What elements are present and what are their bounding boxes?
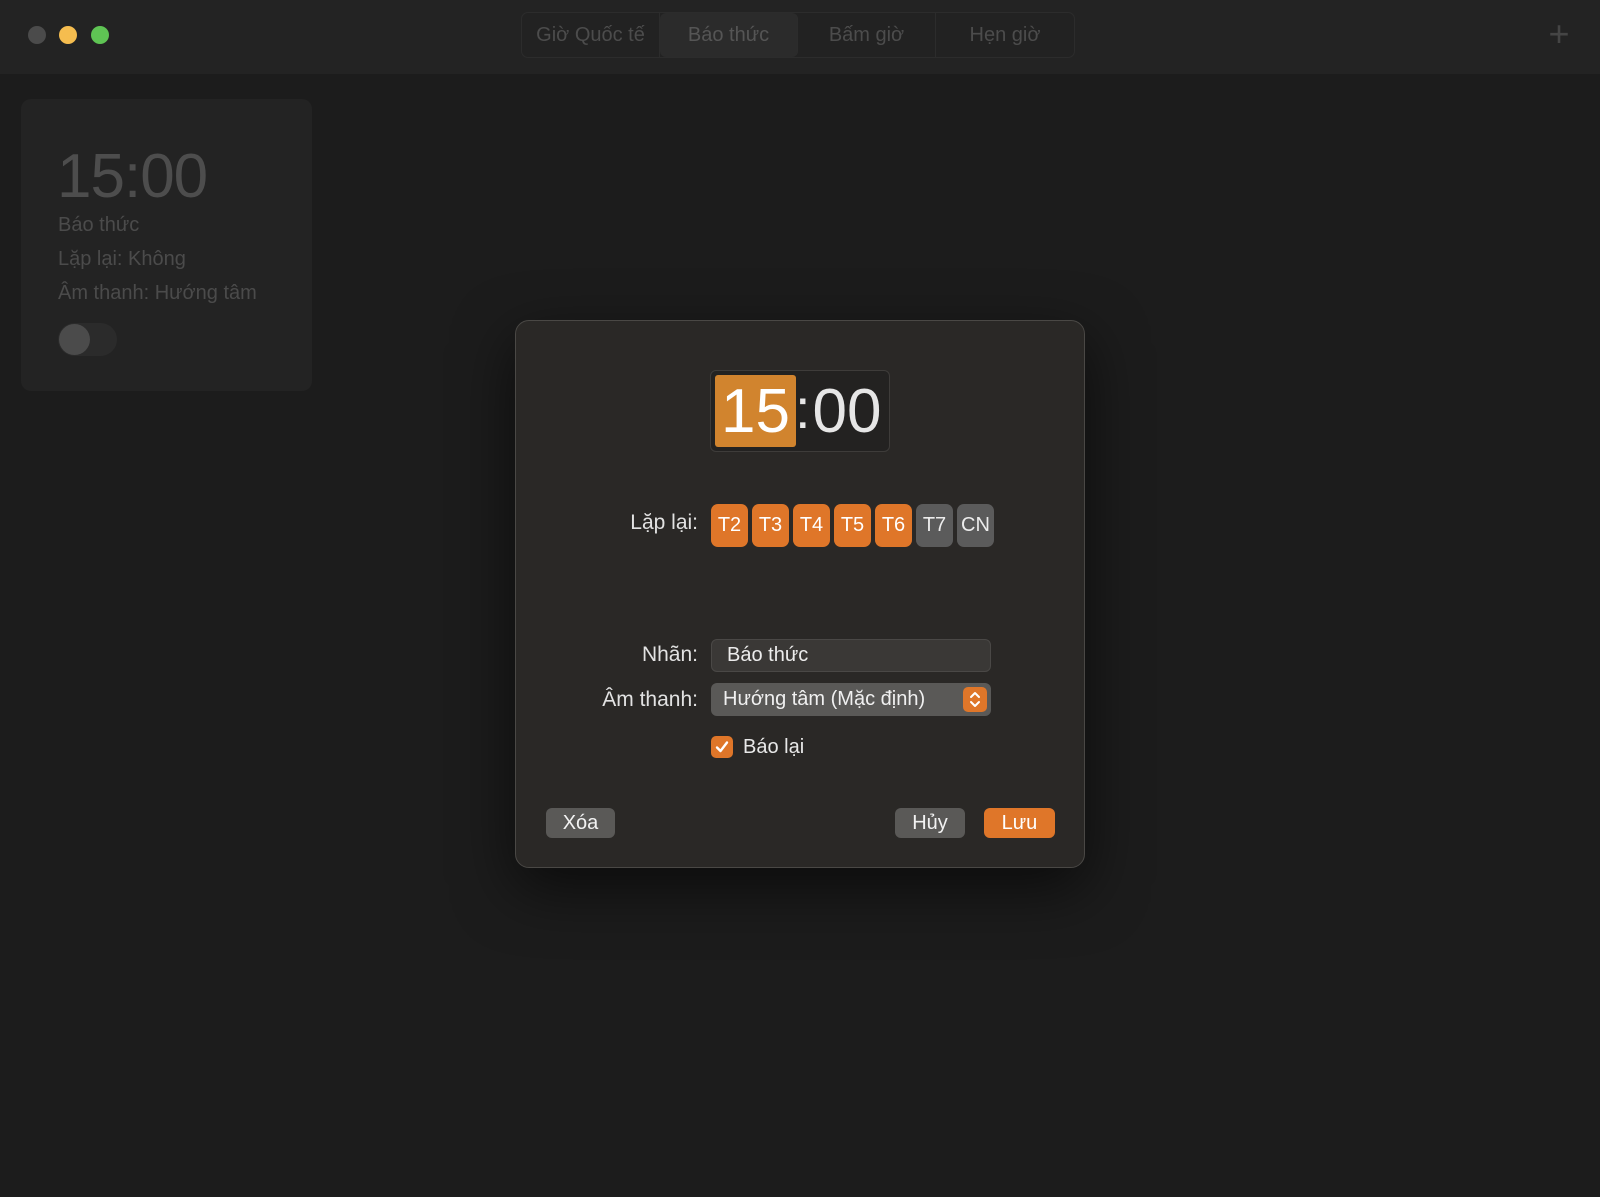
title-bar: Giờ Quốc tế Báo thức Bấm giờ Hẹn giờ + (0, 0, 1600, 74)
cancel-button[interactable]: Hủy (895, 808, 965, 838)
alarm-card[interactable]: 15:00 Báo thức Lặp lại: Không Âm thanh: … (21, 99, 312, 391)
sound-label: Âm thanh: (602, 688, 698, 711)
tab-bar: Giờ Quốc tế Báo thức Bấm giờ Hẹn giờ (521, 12, 1075, 58)
minute-field[interactable]: 00 (809, 375, 885, 449)
alarm-repeat: Lặp lại: Không (58, 248, 186, 270)
toggle-knob (59, 324, 90, 355)
edit-alarm-dialog: 15 : 00 Lặp lại: T2 T3 T4 T5 T6 T7 CN Nh… (515, 320, 1085, 868)
day-toggle-t5[interactable]: T5 (834, 504, 871, 547)
plus-icon: + (1548, 13, 1570, 54)
tab-stopwatch[interactable]: Bấm giờ (798, 13, 936, 57)
select-stepper-icon (963, 687, 987, 712)
snooze-option[interactable]: Báo lại (711, 735, 804, 759)
repeat-label: Lặp lại: (630, 511, 698, 534)
zoom-window-button[interactable] (91, 26, 109, 44)
save-button[interactable]: Lưu (984, 808, 1055, 838)
clock-window: Giờ Quốc tế Báo thức Bấm giờ Hẹn giờ + 1… (0, 0, 1600, 1197)
alarm-enable-toggle[interactable] (58, 323, 117, 356)
alarm-sound: Âm thanh: Hướng tâm (58, 282, 257, 304)
tab-timer[interactable]: Hẹn giờ (936, 13, 1074, 57)
close-window-button[interactable] (28, 26, 46, 44)
time-separator: : (795, 377, 811, 440)
day-toggle-t2[interactable]: T2 (711, 504, 748, 547)
day-toggle-t7[interactable]: T7 (916, 504, 953, 547)
day-toggle-t4[interactable]: T4 (793, 504, 830, 547)
day-toggle-t3[interactable]: T3 (752, 504, 789, 547)
repeat-days: T2 T3 T4 T5 T6 T7 CN (711, 504, 994, 547)
name-label: Nhãn: (641, 643, 698, 666)
snooze-checkbox[interactable] (711, 736, 733, 758)
alarm-label: Báo thức (58, 214, 140, 236)
time-picker[interactable]: 15 : 00 (710, 370, 890, 452)
sound-select-value: Hướng tâm (Mặc định) (723, 688, 926, 710)
minimize-window-button[interactable] (59, 26, 77, 44)
tab-world-clock[interactable]: Giờ Quốc tế (522, 13, 660, 57)
checkmark-icon (715, 741, 729, 753)
snooze-label: Báo lại (743, 735, 805, 758)
tab-alarm[interactable]: Báo thức (660, 13, 798, 57)
alarm-time: 15:00 (57, 142, 208, 211)
day-toggle-cn[interactable]: CN (957, 504, 994, 547)
add-alarm-button[interactable]: + (1544, 14, 1574, 54)
day-toggle-t6[interactable]: T6 (875, 504, 912, 547)
alarm-name-input[interactable]: Báo thức (711, 639, 991, 672)
sound-select[interactable]: Hướng tâm (Mặc định) (711, 683, 991, 716)
hour-field[interactable]: 15 (715, 375, 796, 447)
delete-button[interactable]: Xóa (546, 808, 615, 838)
